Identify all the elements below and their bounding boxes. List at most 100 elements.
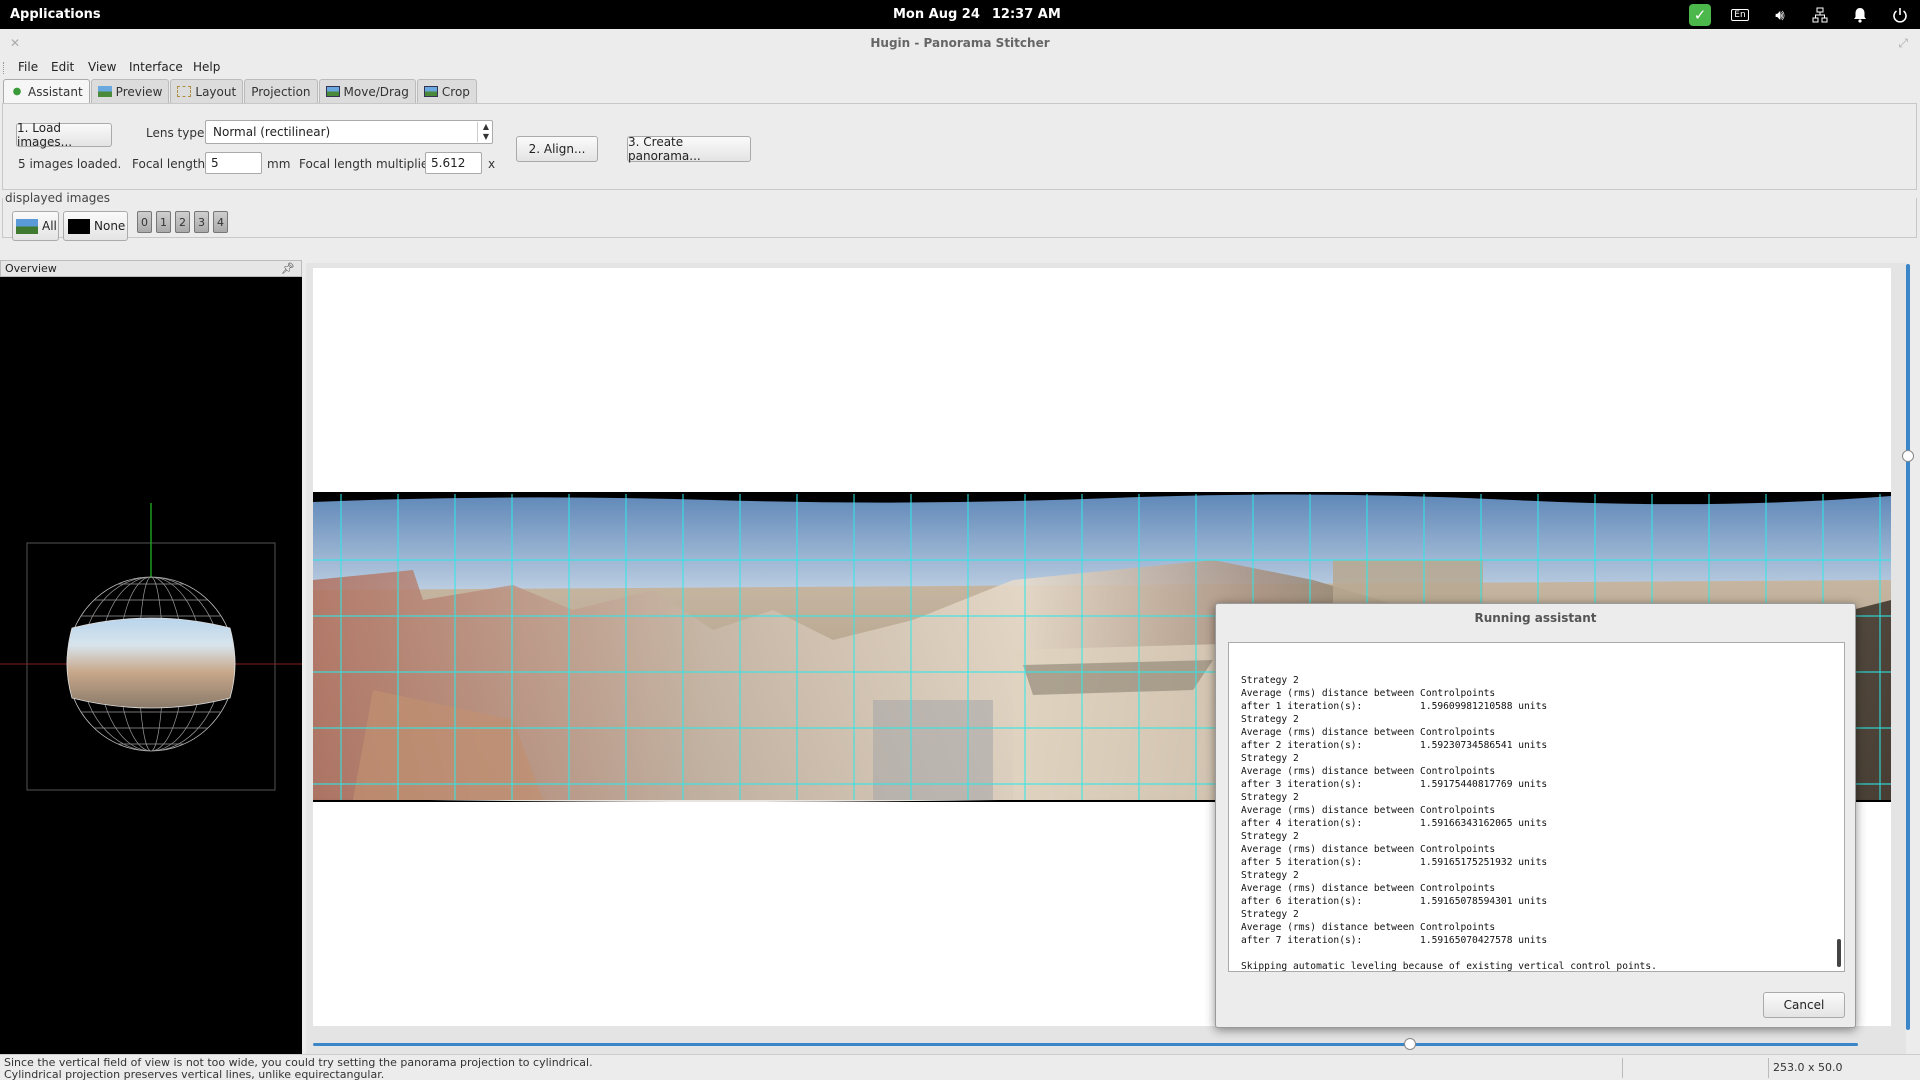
menu-edit[interactable]: Edit	[51, 60, 74, 74]
pin-icon[interactable]: 📌︎	[281, 261, 295, 276]
show-none-label: None	[94, 219, 126, 233]
dialog-title: Running assistant	[1474, 611, 1597, 625]
overview-panel[interactable]: Overview 📌︎	[0, 260, 302, 1078]
log-line: Strategy 2	[1241, 831, 1299, 842]
tab-assistant[interactable]: Assistant	[3, 79, 90, 103]
status-message: Since the vertical field of view is not …	[4, 1057, 593, 1080]
focal-length-label: Focal length:	[132, 157, 210, 171]
cancel-button[interactable]: Cancel	[1763, 992, 1845, 1018]
lens-type-label: Lens type:	[146, 126, 209, 140]
log-line: Skipping automatic leveling because of e…	[1241, 961, 1657, 972]
tab-move-drag[interactable]: Move/Drag	[318, 79, 416, 103]
volume-icon[interactable]: 🔊︎	[1769, 4, 1791, 26]
menu-help[interactable]: Help	[193, 60, 220, 74]
tab-preview[interactable]: Preview	[90, 79, 170, 103]
tab-projection-label: Projection	[251, 84, 311, 99]
log-line: after 4 iteration(s): 1.59166343162065 u…	[1241, 818, 1548, 829]
overview-header: Overview 📌︎	[0, 260, 302, 277]
align-button[interactable]: 2. Align...	[516, 136, 598, 162]
status-separator	[1768, 1058, 1769, 1078]
overview-title: Overview	[5, 262, 57, 275]
lens-type-select[interactable]: Normal (rectilinear) ▲ ▼	[205, 120, 493, 144]
lens-type-value: Normal (rectilinear)	[213, 125, 331, 139]
log-line: Strategy 2	[1241, 675, 1299, 686]
load-images-button[interactable]: 1. Load images...	[16, 121, 112, 149]
wizard-icon	[10, 86, 24, 97]
assistant-log-output[interactable]: Strategy 2 Average (rms) distance between…	[1228, 642, 1845, 972]
window-titlebar[interactable]: ✕ Hugin - Panorama Stitcher ⤢	[0, 29, 1920, 57]
log-line: after 6 iteration(s): 1.59165078594301 u…	[1241, 896, 1548, 907]
focal-length-unit: mm	[267, 157, 291, 171]
vertical-fov-slider-handle[interactable]	[1902, 449, 1914, 462]
menu-bar: File Edit View Interface Help	[0, 57, 1920, 79]
crop-icon	[423, 86, 438, 97]
images-loaded-status: 5 images loaded.	[18, 157, 122, 171]
horizontal-fov-slider-handle[interactable]	[1403, 1038, 1416, 1050]
log-line: after 1 iteration(s): 1.59609981210588 u…	[1241, 701, 1548, 712]
menu-view[interactable]: View	[88, 60, 116, 74]
bell-icon[interactable]	[1849, 4, 1871, 26]
tab-crop[interactable]: Crop	[416, 79, 477, 103]
running-assistant-dialog: Running assistant Strategy 2 Average (rms…	[1215, 603, 1856, 1028]
tab-projection[interactable]: Projection	[244, 79, 318, 103]
no-images-icon	[68, 218, 90, 234]
preview-icon	[97, 86, 112, 97]
tab-assistant-label: Assistant	[28, 84, 83, 99]
status-message-line2: Cylindrical projection preserves vertica…	[4, 1068, 385, 1080]
create-panorama-button[interactable]: 3. Create panorama...	[627, 135, 751, 163]
show-none-button[interactable]: None	[63, 211, 128, 241]
log-line: after 7 iteration(s): 1.59165070427578 u…	[1241, 935, 1548, 946]
log-scrollbar[interactable]	[1837, 939, 1841, 967]
image-toggle-3[interactable]: 3	[194, 211, 209, 233]
show-all-images-button[interactable]: All	[12, 211, 59, 241]
image-toggle-2[interactable]: 2	[175, 211, 190, 233]
keyboard-layout-icon[interactable]: En	[1729, 4, 1751, 26]
overview-sphere[interactable]	[0, 278, 302, 1078]
vertical-fov-slider[interactable]	[1906, 264, 1910, 1030]
log-line: Average (rms) distance between Controlpo…	[1241, 883, 1496, 894]
keyboard-layout-label: En	[1731, 9, 1749, 21]
clock-time: 12:37 AM	[991, 7, 1061, 22]
power-icon[interactable]	[1889, 4, 1911, 26]
log-line: Strategy 2	[1241, 753, 1299, 764]
log-line: after 2 iteration(s): 1.59230734586541 u…	[1241, 740, 1548, 751]
log-line: Average (rms) distance between Controlpo…	[1241, 688, 1496, 699]
log-line: Average (rms) distance between Controlpo…	[1241, 922, 1496, 933]
network-icon[interactable]	[1809, 4, 1831, 26]
tab-move-drag-label: Move/Drag	[343, 84, 409, 99]
image-toggle-4[interactable]: 4	[213, 211, 228, 233]
image-toggle-0[interactable]: 0	[137, 211, 152, 233]
status-coords: 253.0 x 50.0	[1773, 1061, 1843, 1074]
tab-crop-label: Crop	[441, 84, 470, 99]
clock[interactable]: Mon Aug 24 12:37 AM	[893, 7, 1073, 22]
maximize-window-icon[interactable]: ⤢	[1898, 29, 1908, 57]
log-line: after 5 iteration(s): 1.59165175251932 u…	[1241, 857, 1548, 868]
check-shield-icon[interactable]: ✓	[1689, 4, 1711, 26]
multiplier-unit: x	[488, 157, 496, 171]
focal-length-input[interactable]: 5	[205, 152, 262, 174]
displayed-images-group: displayed images	[0, 191, 1920, 241]
applications-menu[interactable]: Applications	[10, 7, 101, 22]
displayed-images-frame	[2, 198, 1917, 238]
status-separator	[1622, 1058, 1623, 1078]
close-window-icon[interactable]: ✕	[10, 29, 20, 57]
tab-bar: Assistant Preview Layout Projection Move…	[3, 79, 478, 103]
all-images-icon	[16, 218, 38, 234]
multiplier-input[interactable]: 5.612	[425, 152, 482, 174]
menu-file[interactable]: File	[18, 60, 38, 74]
select-arrows-icon: ▲ ▼	[476, 122, 489, 142]
log-line: Strategy 2	[1241, 909, 1299, 920]
menu-interface[interactable]: Interface	[129, 60, 183, 74]
move-drag-icon	[325, 86, 340, 97]
window-title: Hugin - Panorama Stitcher	[870, 36, 1050, 50]
image-toggle-1[interactable]: 1	[156, 211, 171, 233]
layout-icon	[177, 86, 192, 97]
show-all-label: All	[42, 219, 57, 233]
log-line: Average (rms) distance between Controlpo…	[1241, 727, 1496, 738]
tab-layout[interactable]: Layout	[170, 79, 244, 103]
horizontal-fov-slider[interactable]	[313, 1043, 1858, 1046]
tab-preview-label: Preview	[115, 84, 163, 99]
system-top-bar: Applications Mon Aug 24 12:37 AM ✓ En 🔊︎	[0, 0, 1920, 29]
log-line: Average (rms) distance between Controlpo…	[1241, 805, 1496, 816]
